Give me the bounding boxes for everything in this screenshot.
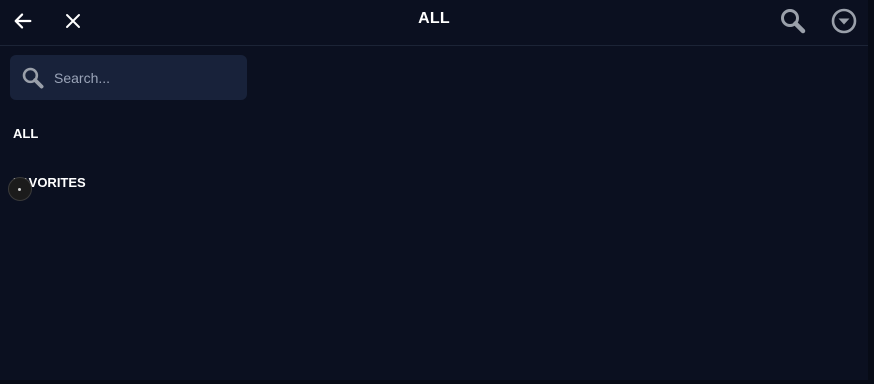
top-bar: ALL — [0, 0, 868, 46]
search-button[interactable] — [778, 6, 808, 36]
page-title: ALL — [418, 10, 450, 27]
search-field[interactable] — [10, 55, 247, 100]
search-icon — [22, 67, 44, 89]
dropdown-button[interactable] — [829, 6, 859, 36]
chevron-down-circle-icon — [831, 8, 857, 34]
search-input[interactable] — [54, 67, 234, 89]
search-icon — [781, 9, 806, 34]
app-frame: ALL ALL FAVORITES — [0, 0, 874, 384]
cursor-indicator — [8, 177, 32, 201]
category-all[interactable]: ALL — [13, 126, 38, 141]
